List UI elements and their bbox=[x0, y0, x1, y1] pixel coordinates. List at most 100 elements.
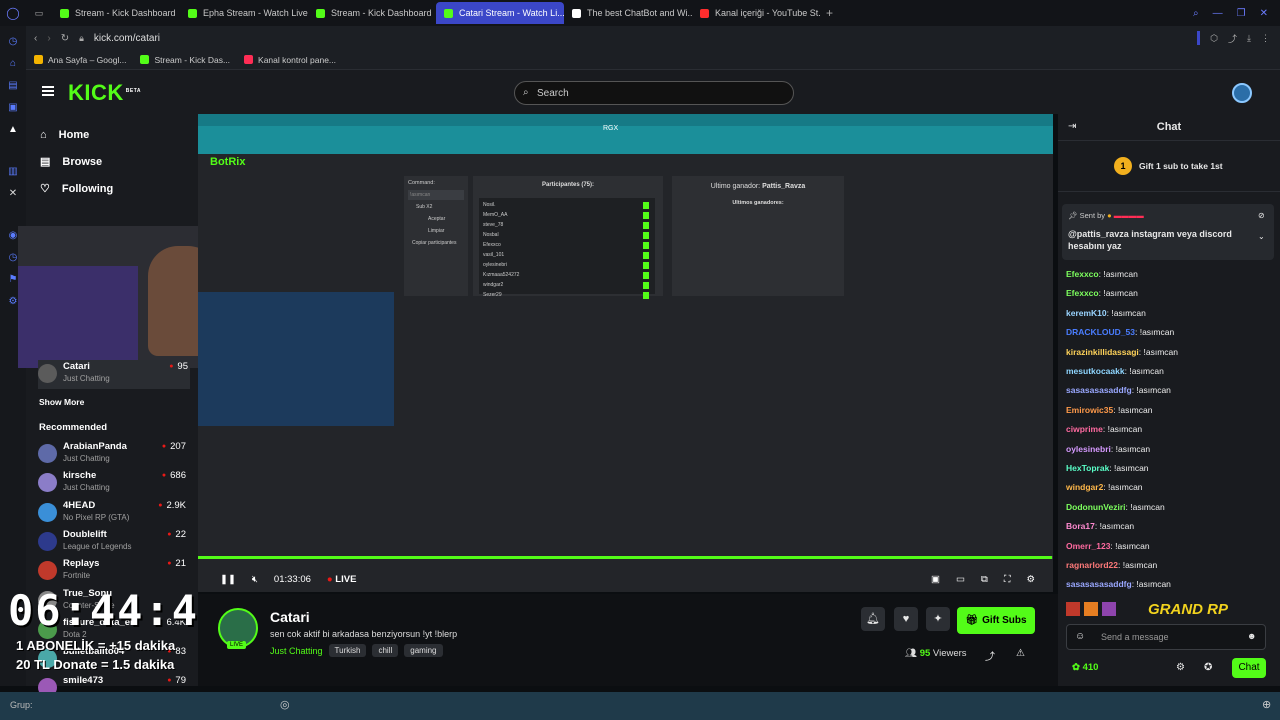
copy-participants-button[interactable]: Copiar participantes bbox=[404, 238, 468, 248]
tag[interactable]: chill bbox=[372, 644, 399, 657]
clip-icon[interactable]: ⧉ bbox=[981, 574, 988, 585]
maximize-icon[interactable]: ❐ bbox=[1237, 8, 1246, 19]
command-field[interactable]: !asımcan bbox=[408, 190, 464, 200]
browser-tab[interactable]: Stream - Kick Dashboard bbox=[52, 2, 180, 24]
chat-username[interactable]: Emirowic35 bbox=[1066, 405, 1113, 415]
nav-following[interactable]: ♡ Following bbox=[26, 175, 198, 202]
nav-browse[interactable]: ▤ Browse bbox=[26, 148, 198, 175]
browser-tab[interactable]: Epha Stream - Watch Live bbox=[180, 2, 308, 24]
chat-username[interactable]: sasasasasaddfg bbox=[1066, 579, 1132, 589]
chat-username[interactable]: Omerr_123 bbox=[1066, 541, 1110, 551]
minimize-icon[interactable]: — bbox=[1213, 8, 1223, 19]
recommended-channel[interactable]: ReplaysFortnite21 bbox=[38, 557, 188, 586]
bookmark-google[interactable]: Ana Sayfa – Googl... bbox=[34, 55, 126, 65]
tag[interactable]: Turkish bbox=[328, 644, 367, 657]
chevron-down-icon[interactable]: ⌄ bbox=[1258, 232, 1265, 241]
sub-x2-toggle[interactable]: Sub X2 bbox=[404, 200, 468, 214]
chat-username[interactable]: sasasasasaddfg bbox=[1066, 385, 1132, 395]
extensions-icon[interactable]: ⬡ bbox=[1210, 33, 1218, 44]
emoji-icon[interactable]: ☻ bbox=[1247, 631, 1256, 641]
follow-heart-icon[interactable]: ♥ bbox=[894, 607, 918, 631]
followed-channel-catari[interactable]: Catari Just Chatting 95 bbox=[38, 360, 190, 389]
search-input[interactable]: ⌕ Search bbox=[514, 81, 794, 105]
history-icon[interactable]: ◷ bbox=[7, 36, 19, 48]
recommended-channel[interactable]: 4HEADNo Pixel RP (GTA)2.9K bbox=[38, 499, 188, 528]
bookmark-kick-dashboard[interactable]: Stream - Kick Das... bbox=[140, 55, 230, 65]
gift-icon[interactable]: ✪ bbox=[1204, 662, 1212, 673]
chat-username[interactable]: ciwprime bbox=[1066, 424, 1103, 434]
tray-icon[interactable]: ⊕ bbox=[1262, 698, 1271, 711]
nav-home[interactable]: ⌂ Home bbox=[26, 121, 198, 148]
chat-username[interactable]: DRACKLOUD_53 bbox=[1066, 327, 1135, 337]
reload-icon[interactable]: ↻ bbox=[61, 33, 69, 44]
download-icon[interactable]: ⤓ bbox=[1247, 33, 1251, 44]
fullscreen-icon[interactable]: ⛶ bbox=[1004, 574, 1011, 585]
show-more-link[interactable]: Show More bbox=[39, 397, 84, 407]
url-field[interactable]: kick.com/catari bbox=[94, 33, 160, 44]
seek-bar[interactable] bbox=[198, 556, 1053, 559]
send-chat-button[interactable]: Chat bbox=[1232, 658, 1266, 678]
chat-username[interactable]: DodonunVeziri bbox=[1066, 502, 1126, 512]
miniplayer-icon[interactable]: ▣ bbox=[931, 574, 940, 585]
report-icon[interactable]: ⚠ bbox=[1016, 648, 1025, 659]
chat-username[interactable]: kirazinkillidassagi bbox=[1066, 347, 1139, 357]
new-tab-button[interactable]: + bbox=[826, 6, 833, 20]
browser-tab[interactable]: The best ChatBot and Wi... bbox=[564, 2, 692, 24]
menu-icon[interactable]: ⋮ bbox=[1261, 33, 1270, 44]
chat-username[interactable]: Efexxco bbox=[1066, 288, 1099, 298]
forward-icon[interactable]: › bbox=[47, 33, 50, 44]
twitch-icon[interactable]: ▥ bbox=[7, 166, 19, 178]
close-window-icon[interactable]: ✕ bbox=[1260, 8, 1268, 19]
tab-list-icon[interactable]: ▭ bbox=[26, 8, 52, 19]
news-icon[interactable]: ▤ bbox=[7, 80, 19, 92]
kick-logo[interactable]: KICK BETA bbox=[68, 80, 141, 106]
chat-settings-icon[interactable]: ⚙ bbox=[1176, 662, 1185, 673]
theatre-icon[interactable]: ▭ bbox=[956, 574, 965, 585]
chat-username[interactable]: Efexxco bbox=[1066, 269, 1099, 279]
kick-app-icon[interactable]: ▲ bbox=[7, 124, 19, 136]
fingerprint-icon[interactable]: ◎ bbox=[280, 698, 290, 711]
mute-icon[interactable]: 🔇︎ bbox=[252, 574, 258, 585]
stream-category[interactable]: Just Chatting bbox=[270, 646, 323, 656]
browser-tab[interactable]: Kanal içeriği - YouTube St... bbox=[692, 2, 820, 24]
accept-button[interactable]: Aceptar bbox=[404, 214, 468, 224]
share-icon[interactable]: ⤴ bbox=[985, 648, 995, 663]
back-icon[interactable]: ‹ bbox=[34, 33, 37, 44]
messenger-icon[interactable]: ▣ bbox=[7, 102, 19, 114]
chat-username[interactable]: ragnarlord22 bbox=[1066, 560, 1118, 570]
chat-username[interactable]: mesutkocaakk bbox=[1066, 366, 1125, 376]
recommended-channel[interactable]: ArabianPandaJust Chatting207 bbox=[38, 440, 188, 469]
chat-username[interactable]: oylesinebri bbox=[1066, 444, 1111, 454]
chat-username[interactable]: keremK10 bbox=[1066, 308, 1107, 318]
browser-tab[interactable]: Stream - Kick Dashboard bbox=[308, 2, 436, 24]
video-player[interactable]: RGX BotRix Command: !asımcan Sub X2 Acep… bbox=[198, 114, 1053, 592]
notification-bell-icon[interactable]: 🔔︎ bbox=[861, 607, 885, 631]
search-tabs-icon[interactable]: ⌕ bbox=[1193, 8, 1199, 19]
clear-button[interactable]: Limpiar bbox=[404, 224, 468, 238]
pause-icon[interactable]: ❚❚ bbox=[220, 574, 236, 585]
x-icon[interactable]: ✕ bbox=[7, 188, 19, 200]
pinboard-icon[interactable]: ⌂ bbox=[7, 58, 19, 70]
pinned-message[interactable]: 📌︎ Sent by ● ▬▬▬▬ ⊘ @pattis_ravza instag… bbox=[1062, 204, 1274, 260]
tag[interactable]: gaming bbox=[404, 644, 443, 657]
chat-username[interactable]: windgar2 bbox=[1066, 482, 1103, 492]
chat-username[interactable]: Bora17 bbox=[1066, 521, 1095, 531]
bookmark-youtube[interactable]: Kanal kontrol pane... bbox=[244, 55, 336, 65]
chat-input[interactable]: ☺ Send a message ☻ bbox=[1066, 624, 1266, 650]
recommended-channel[interactable]: DoubleliftLeague of Legends22 bbox=[38, 528, 188, 557]
share-icon[interactable]: ⤴ bbox=[1228, 32, 1237, 45]
user-avatar[interactable] bbox=[1232, 83, 1252, 103]
sparkle-icon[interactable]: ✦ bbox=[926, 607, 950, 631]
gift-subs-button[interactable]: 🎁︎ Gift Subs bbox=[957, 607, 1035, 634]
settings-icon[interactable]: ⚙ bbox=[1026, 574, 1035, 585]
channel-points[interactable]: ✿ 410 bbox=[1072, 662, 1098, 673]
emote-picker-icon[interactable]: ☺ bbox=[1075, 631, 1085, 642]
channel-name[interactable]: Catari bbox=[270, 609, 310, 625]
opera-logo-icon[interactable]: ◯ bbox=[0, 6, 26, 20]
browser-tab[interactable]: Catari Stream - Watch Li... bbox=[436, 2, 564, 24]
unpin-icon[interactable]: ⊘ bbox=[1258, 211, 1265, 220]
hamburger-menu-icon[interactable] bbox=[42, 86, 54, 96]
chat-username[interactable]: HexToprak bbox=[1066, 463, 1109, 473]
gift-leaderboard[interactable]: 1 Gift 1 sub to take 1st bbox=[1058, 140, 1280, 192]
recommended-channel[interactable]: kirscheJust Chatting686 bbox=[38, 469, 188, 498]
